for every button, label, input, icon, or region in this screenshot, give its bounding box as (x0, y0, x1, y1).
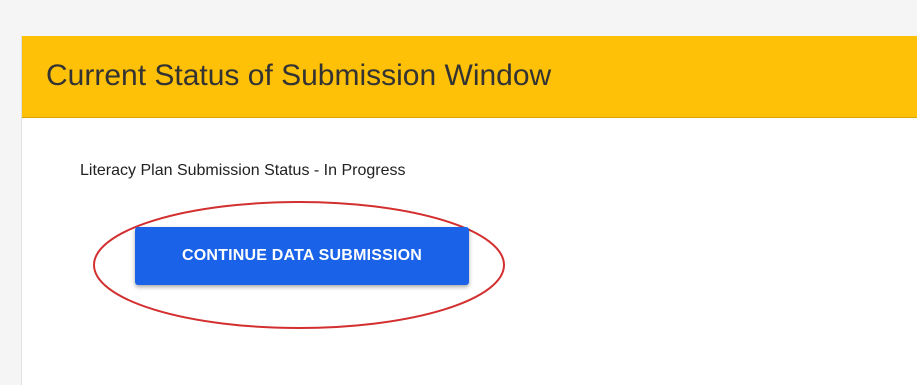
continue-data-submission-button[interactable]: CONTINUE DATA SUBMISSION (135, 227, 469, 285)
submission-status-text: Literacy Plan Submission Status - In Pro… (80, 162, 406, 179)
button-area: CONTINUE DATA SUBMISSION (91, 199, 507, 331)
submission-status-card: Current Status of Submission Window Lite… (21, 36, 917, 385)
card-title: Current Status of Submission Window (46, 59, 552, 92)
card-header: Current Status of Submission Window (22, 36, 917, 118)
page: Current Status of Submission Window Lite… (0, 0, 917, 385)
